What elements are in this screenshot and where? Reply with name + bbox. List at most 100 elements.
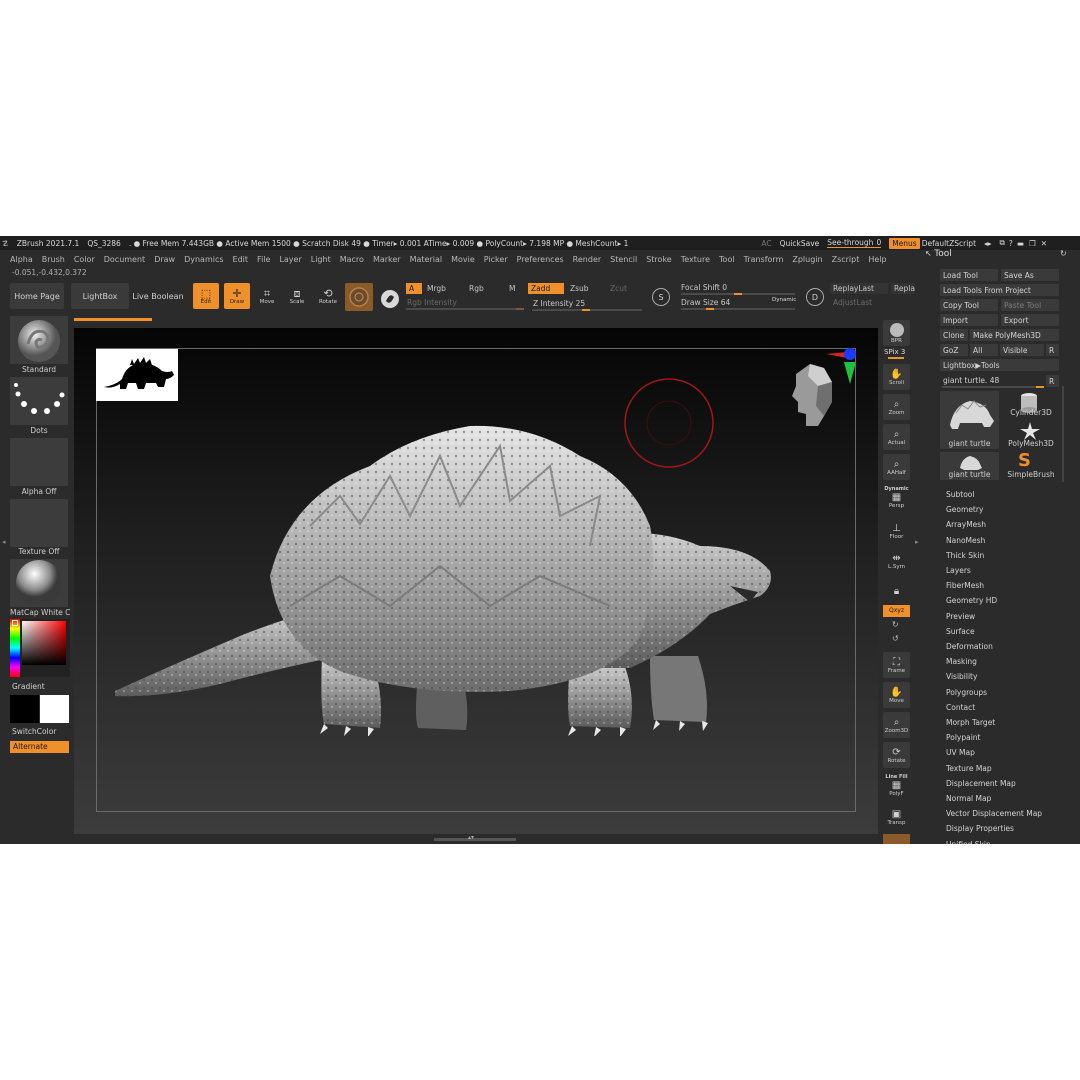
menu-picker[interactable]: Picker (484, 255, 508, 264)
frame-button[interactable]: ⛶ Frame (883, 652, 910, 678)
subpalette-normal-map[interactable]: Normal Map (946, 794, 991, 803)
replay-last-button[interactable]: ReplayLast (830, 283, 888, 294)
alpha-selector[interactable] (10, 438, 68, 486)
menu-layer[interactable]: Layer (279, 255, 301, 264)
menu-tool[interactable]: Tool (719, 255, 735, 264)
rgb-intensity-slider[interactable]: Rgb Intensity (404, 297, 524, 308)
goz-all-button[interactable]: All (970, 344, 998, 356)
zcut-toggle[interactable]: Zcut (607, 283, 637, 294)
d-lazy-icon[interactable]: D (806, 288, 824, 306)
subpalette-displacement-map[interactable]: Displacement Map (946, 779, 1016, 788)
menu-transform[interactable]: Transform (744, 255, 784, 264)
subpalette-visibility[interactable]: Visibility (946, 672, 977, 681)
menu-brush[interactable]: Brush (42, 255, 65, 264)
menu-marker[interactable]: Marker (373, 255, 401, 264)
zsub-toggle[interactable]: Zsub (567, 283, 603, 294)
spix-slider[interactable]: SPix 3 (884, 348, 905, 356)
xyz-toggle[interactable]: Qxyz (883, 605, 910, 617)
subpalette-fibermesh[interactable]: FiberMesh (946, 581, 984, 590)
zadd-toggle[interactable]: Zadd (528, 283, 564, 294)
menu-render[interactable]: Render (573, 255, 601, 264)
persp-button[interactable]: Dynamic ▦ Persp (883, 484, 910, 510)
subpalette-unified-skin[interactable]: Unified Skin (946, 840, 991, 844)
clone-button[interactable]: Clone (940, 329, 968, 341)
see-through-slider[interactable]: See-through 0 (827, 238, 882, 248)
help-icon[interactable]: ? (1009, 239, 1013, 248)
material-swatch[interactable] (345, 283, 373, 311)
subpalette-texture-map[interactable]: Texture Map (946, 764, 992, 773)
copy-tool-button[interactable]: Copy Tool (940, 299, 998, 311)
subpalette-morph-target[interactable]: Morph Target (946, 718, 995, 727)
draw-button[interactable]: ✛ Draw (224, 283, 250, 309)
subpalette-layers[interactable]: Layers (946, 566, 971, 575)
subpalette-preview[interactable]: Preview (946, 612, 975, 621)
polyf-button[interactable]: Line Fill ▦ PolyF (883, 772, 910, 798)
import-button[interactable]: Import (940, 314, 998, 326)
palette-refresh-icon[interactable]: ↻ (1060, 249, 1067, 258)
zoom3d-button[interactable]: ⌕ Zoom3D (883, 712, 910, 738)
close-icon[interactable]: ✕ (1041, 239, 1047, 248)
canvas-expand-icon[interactable]: ▴▾ (468, 834, 474, 841)
subpalette-polypaint[interactable]: Polypaint (946, 733, 981, 742)
subpalette-subtool[interactable]: Subtool (946, 490, 974, 499)
scroll-button[interactable]: ✋ Scroll (883, 364, 910, 390)
scale-button[interactable]: ⧈ Scale (284, 283, 310, 309)
home-page-button[interactable]: Home Page (10, 283, 64, 309)
menu-stencil[interactable]: Stencil (610, 255, 637, 264)
menu-help[interactable]: Help (868, 255, 886, 264)
primary-color-swatch[interactable] (10, 695, 39, 723)
tool-palette-header[interactable]: ↖ Tool (925, 249, 952, 259)
secondary-color-swatch[interactable] (40, 695, 69, 723)
cylinder3d-thumb[interactable]: Cylinder3D (1002, 408, 1060, 417)
actual-button[interactable]: ⌕ Actual (883, 424, 910, 450)
edit-button[interactable]: ⬚ Edit (193, 283, 219, 309)
adjust-last-button[interactable]: AdjustLast (830, 297, 888, 308)
subpalette-masking[interactable]: Masking (946, 657, 977, 666)
transp-button[interactable]: ▣ Transp (883, 804, 910, 830)
paste-tool-button[interactable]: Paste Tool (1001, 299, 1059, 311)
default-zscript-button[interactable]: DefaultZScript (922, 239, 976, 248)
lock-button[interactable]: 🔒︎ (883, 578, 910, 604)
restore-icon[interactable]: ❐ (1029, 239, 1036, 248)
goz-r-button[interactable]: R (1046, 344, 1059, 356)
lightbox-tools-button[interactable]: Lightbox▶Tools (940, 359, 1059, 371)
alternate-button[interactable]: Alternate (10, 741, 69, 753)
replay-last-short-button[interactable]: Repla (891, 283, 915, 294)
layout-arrows-icon[interactable]: ◂▸ (984, 239, 992, 248)
tool-r-button[interactable]: R (1046, 375, 1059, 387)
zoom-button[interactable]: ⌕ Zoom (883, 394, 910, 420)
mrgb-toggle[interactable]: Mrgb (424, 283, 464, 294)
hue-strip[interactable] (10, 619, 20, 677)
simplebrush-thumb[interactable]: SimpleBrush (1002, 470, 1060, 479)
material-selector[interactable] (10, 559, 68, 607)
menu-color[interactable]: Color (74, 255, 95, 264)
stroke-selector[interactable] (10, 377, 68, 425)
menu-stroke[interactable]: Stroke (646, 255, 672, 264)
menu-zscript[interactable]: Zscript (832, 255, 860, 264)
quicksave-button[interactable]: QuickSave (780, 239, 820, 248)
left-panel-collapse-icon[interactable]: ◂ (2, 538, 6, 546)
switch-color-button[interactable]: SwitchColor (12, 727, 72, 736)
rgb-toggle[interactable]: Rgb (466, 283, 506, 294)
menu-draw[interactable]: Draw (154, 255, 175, 264)
floor-button[interactable]: ⊥ Floor (883, 518, 910, 544)
menu-dynamics[interactable]: Dynamics (184, 255, 223, 264)
menu-material[interactable]: Material (410, 255, 443, 264)
brush-selector[interactable] (10, 316, 68, 364)
tool-palette-scrollbar[interactable] (1062, 386, 1064, 482)
focal-shift-slider[interactable]: Focal Shift 0 (678, 282, 793, 293)
export-button[interactable]: Export (1001, 314, 1059, 326)
menu-zplugin[interactable]: Zplugin (792, 255, 822, 264)
menu-macro[interactable]: Macro (340, 255, 364, 264)
subpalette-display-properties[interactable]: Display Properties (946, 824, 1014, 833)
giant-turtle-model[interactable] (110, 406, 780, 736)
spotlight-icon[interactable] (377, 286, 403, 312)
rotate-y-icon[interactable]: ↻ (892, 620, 899, 629)
subpalette-geometry[interactable]: Geometry (946, 505, 983, 514)
current-tool-slider[interactable]: giant turtle. 48 (940, 374, 1044, 386)
orientation-gizmo[interactable] (788, 346, 860, 430)
subpalette-geometry-hd[interactable]: Geometry HD (946, 596, 997, 605)
a-toggle[interactable]: A (406, 283, 422, 294)
load-tools-from-project-button[interactable]: Load Tools From Project (940, 284, 1059, 296)
subpalette-deformation[interactable]: Deformation (946, 642, 993, 651)
